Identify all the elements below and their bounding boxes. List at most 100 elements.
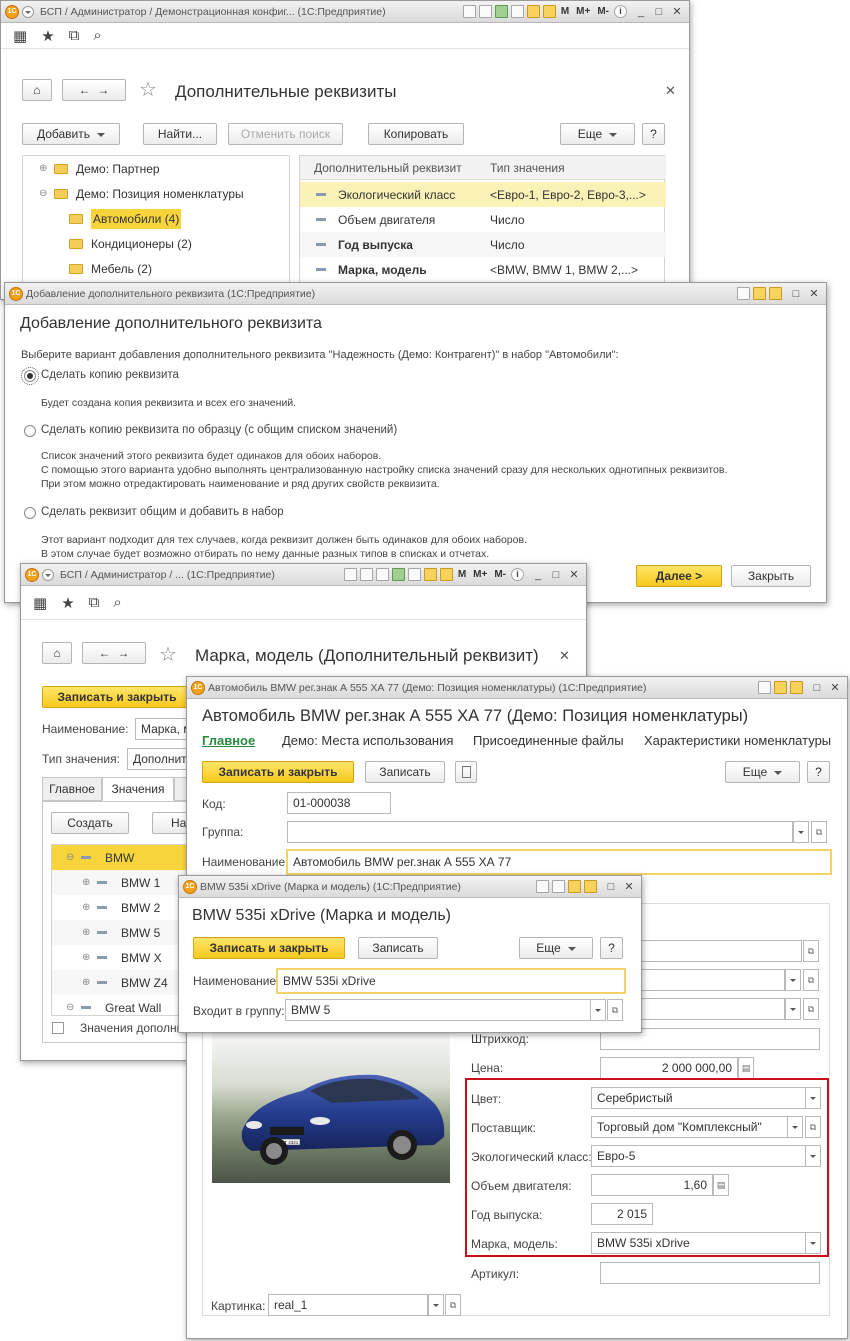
calendar-icon[interactable] (753, 287, 766, 300)
name-field[interactable]: Автомобиль BMW рег.знак А 555 ХА 77 (286, 849, 832, 875)
memory-minus-icon[interactable]: M- (597, 6, 609, 17)
expand-icon[interactable]: ⊕ (39, 163, 48, 174)
tree-item[interactable]: ⊖ Демо: Позиция номенклатуры (23, 181, 244, 206)
history-icon[interactable]: ⧉ (69, 27, 80, 44)
table-row[interactable]: Год выпуска Число (300, 232, 666, 257)
maximize-icon[interactable]: □ (651, 5, 667, 19)
collapse-icon[interactable]: ⊖ (39, 188, 48, 199)
create-button[interactable]: Создать (51, 812, 129, 834)
maximize-icon[interactable]: □ (548, 568, 564, 582)
save-button[interactable]: Записать (365, 761, 445, 783)
sections-grid-icon[interactable]: ▦ (13, 27, 27, 45)
more-button[interactable]: Еще (725, 761, 800, 783)
option-copy-radio[interactable] (21, 367, 39, 385)
memory-plus-icon[interactable]: M+ (576, 6, 590, 17)
values-checkbox[interactable] (52, 1022, 64, 1034)
tab-main[interactable]: Главное (42, 777, 102, 801)
group-dropdown[interactable] (590, 999, 606, 1021)
save-close-button[interactable]: Записать и закрыть (42, 686, 192, 708)
link-icon[interactable] (391, 568, 405, 581)
picture-open-button[interactable]: ⧉ (445, 1294, 461, 1316)
table-row[interactable]: Марка, модель <BMW, BMW 1, BMW 2,...> (300, 257, 666, 282)
link-icon[interactable] (737, 287, 750, 300)
unit-open-button[interactable]: ⧉ (803, 969, 819, 991)
tab-characteristics[interactable]: Характеристики номенклатуры (644, 733, 831, 748)
print-icon[interactable] (343, 568, 357, 581)
more-button[interactable]: Еще (560, 123, 635, 145)
sections-grid-icon[interactable]: ▦ (33, 594, 47, 612)
favorites-icon[interactable] (407, 568, 421, 581)
tree-item[interactable]: Кондиционеры (2) (23, 231, 192, 256)
picture-dropdown[interactable] (428, 1294, 444, 1316)
print-icon[interactable] (462, 5, 476, 18)
kind-open-button[interactable]: ⧉ (803, 940, 819, 962)
option-label[interactable]: Сделать реквизит общим и добавить в набо… (41, 506, 284, 518)
expand-icon[interactable]: ⊕ (82, 902, 91, 913)
close-icon[interactable]: ✕ (669, 5, 685, 19)
more-button[interactable]: Еще (519, 937, 593, 959)
calculator-icon[interactable]: ▤ (738, 1057, 754, 1079)
column-header[interactable]: Дополнительный реквизит (314, 156, 462, 180)
option-label[interactable]: Сделать копию реквизита (41, 369, 179, 381)
memory-plus-icon[interactable]: M+ (473, 569, 487, 580)
calendar-icon[interactable] (568, 880, 581, 893)
save-button[interactable]: Записать (358, 937, 438, 959)
help-button[interactable]: ? (807, 761, 830, 783)
favorite-star-icon[interactable]: ☆ (139, 77, 157, 102)
tab-attached-files[interactable]: Присоединенные файлы (473, 733, 624, 748)
option-label[interactable]: Сделать копию реквизита по образцу (с об… (41, 424, 397, 436)
calculator-icon[interactable] (542, 5, 556, 18)
calculator-icon[interactable] (769, 287, 782, 300)
link-icon[interactable] (552, 880, 565, 893)
maximize-icon[interactable]: □ (603, 880, 619, 894)
find-button[interactable]: Найти... (143, 123, 217, 145)
close-icon[interactable]: ✕ (827, 681, 843, 695)
table-row[interactable]: Экологический класс <Евро-1, Евро-2, Евро… (300, 182, 666, 207)
column-header[interactable]: Тип значения (490, 156, 565, 180)
calendar-icon[interactable] (774, 681, 787, 694)
group-field[interactable]: BMW 5 (285, 999, 591, 1021)
back-forward-button[interactable]: ← → (62, 79, 126, 101)
tab-values[interactable]: Значения (102, 777, 174, 801)
close-icon[interactable]: ✕ (621, 880, 637, 894)
favorites-icon[interactable] (510, 5, 524, 18)
close-icon[interactable]: ✕ (566, 568, 582, 582)
maximize-icon[interactable]: □ (809, 681, 825, 695)
expand-icon[interactable]: ⊕ (82, 877, 91, 888)
next-button[interactable]: Далее > (636, 565, 722, 587)
cancel-search-button[interactable]: Отменить поиск (228, 123, 343, 145)
memory-minus-icon[interactable]: M- (494, 569, 506, 580)
tree-item[interactable]: Мебель (2) (23, 256, 152, 281)
form-close-icon[interactable]: ✕ (665, 83, 676, 99)
calendar-icon[interactable] (526, 5, 540, 18)
vat-dropdown[interactable] (785, 998, 801, 1020)
close-icon[interactable]: ✕ (806, 287, 822, 301)
picture-field[interactable]: real_1 (268, 1294, 428, 1316)
expand-icon[interactable]: ⊕ (82, 977, 91, 988)
memory-m-icon[interactable]: M (561, 6, 569, 17)
save-close-button[interactable]: Записать и закрыть (202, 761, 354, 783)
app-menu-icon[interactable] (22, 5, 34, 18)
calculator-icon[interactable] (584, 880, 597, 893)
info-icon[interactable]: i (511, 568, 524, 581)
close-button[interactable]: Закрыть (731, 565, 811, 587)
mail-icon[interactable] (478, 5, 492, 18)
report-button[interactable] (455, 761, 477, 783)
link-icon[interactable] (758, 681, 771, 694)
expand-icon[interactable]: ⊕ (82, 927, 91, 938)
group-dropdown[interactable] (793, 821, 809, 843)
group-open-button[interactable]: ⧉ (811, 821, 827, 843)
help-button[interactable]: ? (600, 937, 623, 959)
code-field[interactable]: 01-000038 (287, 792, 391, 814)
search-icon[interactable]: ⌕ (113, 594, 121, 611)
tab-main[interactable]: Главное (202, 733, 255, 748)
favorites-star-icon[interactable]: ★ (41, 27, 54, 45)
option-common-radio[interactable] (24, 507, 36, 519)
tree-item-selected[interactable]: Автомобили (4) (23, 206, 182, 231)
save-close-button[interactable]: Записать и закрыть (193, 937, 345, 959)
add-button[interactable]: Добавить (22, 123, 120, 145)
minimize-icon[interactable]: _ (530, 568, 546, 582)
help-button[interactable]: ? (642, 123, 665, 145)
calculator-icon[interactable] (790, 681, 803, 694)
form-close-icon[interactable]: ✕ (559, 648, 570, 664)
